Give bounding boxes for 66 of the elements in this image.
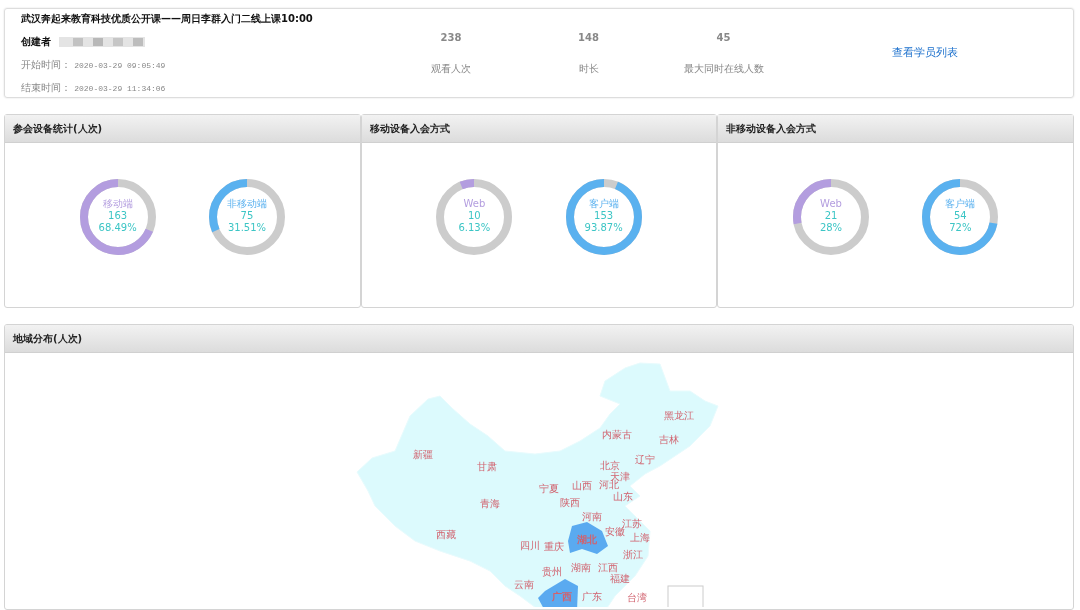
- province-label: 西藏: [436, 530, 456, 540]
- panel-title: 地域分布(人次): [5, 325, 1073, 353]
- donut-label: 客户端: [944, 198, 977, 210]
- province-label: 广东: [582, 592, 602, 602]
- province-label: 云南: [514, 580, 534, 590]
- province-label: 新疆: [413, 450, 433, 460]
- province-label: 河南: [582, 512, 602, 522]
- panel-title: 非移动设备入会方式: [718, 115, 1073, 143]
- stat-value: 45: [716, 31, 731, 45]
- panel-title: 参会设备统计(人次): [5, 115, 360, 143]
- province-label: 吉林: [659, 435, 679, 445]
- province-label: 台湾: [627, 593, 647, 603]
- province-label: 黑龙江: [664, 411, 694, 421]
- province-label: 江西: [598, 563, 618, 573]
- donut-percent: 6.13%: [457, 222, 492, 234]
- province-label: 广西: [552, 592, 572, 602]
- province-label: 天津: [610, 472, 630, 482]
- panel-title: 移动设备入会方式: [361, 115, 717, 143]
- stat-label: 时长: [578, 62, 599, 76]
- province-label: 江苏: [622, 519, 642, 529]
- donut-value: 10: [466, 210, 482, 222]
- province-label: 甘肃: [477, 462, 497, 472]
- donut-value: 163: [107, 210, 129, 222]
- province-label: 湖北: [577, 535, 597, 545]
- province-label: 贵州: [542, 567, 562, 577]
- stat-label: 观看人次: [431, 62, 472, 76]
- course-title: 武汉奔起来教育科技优质公开课——周日李群入门二线上课10:00: [21, 12, 314, 26]
- province-label: 陕西: [560, 498, 580, 508]
- province-label: 北京: [600, 461, 620, 471]
- start-label: 开始时间：: [21, 59, 71, 70]
- donut-percent: 72%: [948, 222, 973, 234]
- donut-label: Web: [462, 198, 487, 210]
- donut-value: 21: [823, 210, 839, 222]
- province-label: 辽宁: [635, 455, 655, 465]
- province-label: 上海: [630, 533, 650, 543]
- province-label: 福建: [610, 574, 630, 584]
- province-label: 宁夏: [539, 484, 559, 494]
- stat-value: 238: [440, 31, 462, 45]
- donut-percent: 28%: [818, 222, 844, 234]
- province-label: 河北: [599, 480, 619, 490]
- province-label: 重庆: [544, 542, 564, 552]
- province-label: 浙江: [623, 550, 643, 560]
- start-time: 2020-03-29 09:05:49: [74, 61, 166, 70]
- end-time: 2020-03-29 11:34:06: [74, 84, 166, 93]
- creator-label: 创建者: [21, 35, 51, 49]
- province-label: 山西: [572, 481, 592, 491]
- student-list-link[interactable]: 查看学员列表: [892, 46, 959, 59]
- donut-percent: 68.49%: [97, 222, 138, 234]
- donut-percent: 31.51%: [226, 222, 268, 234]
- donut-percent: 93.87%: [583, 222, 624, 234]
- province-label: 山东: [613, 492, 633, 502]
- stat-value: 148: [578, 31, 599, 45]
- province-label: 青海: [480, 499, 500, 509]
- donut-label: 移动端: [101, 198, 134, 210]
- donut-value: 153: [593, 210, 615, 222]
- donut-value: 54: [952, 210, 968, 222]
- province-label: 内蒙古: [602, 430, 632, 440]
- province-label: 四川: [520, 541, 540, 551]
- province-label: 安徽: [605, 527, 625, 537]
- province-label: 湖南: [571, 563, 591, 573]
- donut-value: 75: [239, 210, 255, 222]
- donut-label: 客户端: [587, 198, 620, 210]
- donut-label: Web: [819, 198, 843, 210]
- donut-label: 非移动端: [226, 198, 268, 210]
- end-label: 结束时间：: [21, 82, 71, 93]
- stat-label: 最大同时在线人数: [683, 62, 764, 76]
